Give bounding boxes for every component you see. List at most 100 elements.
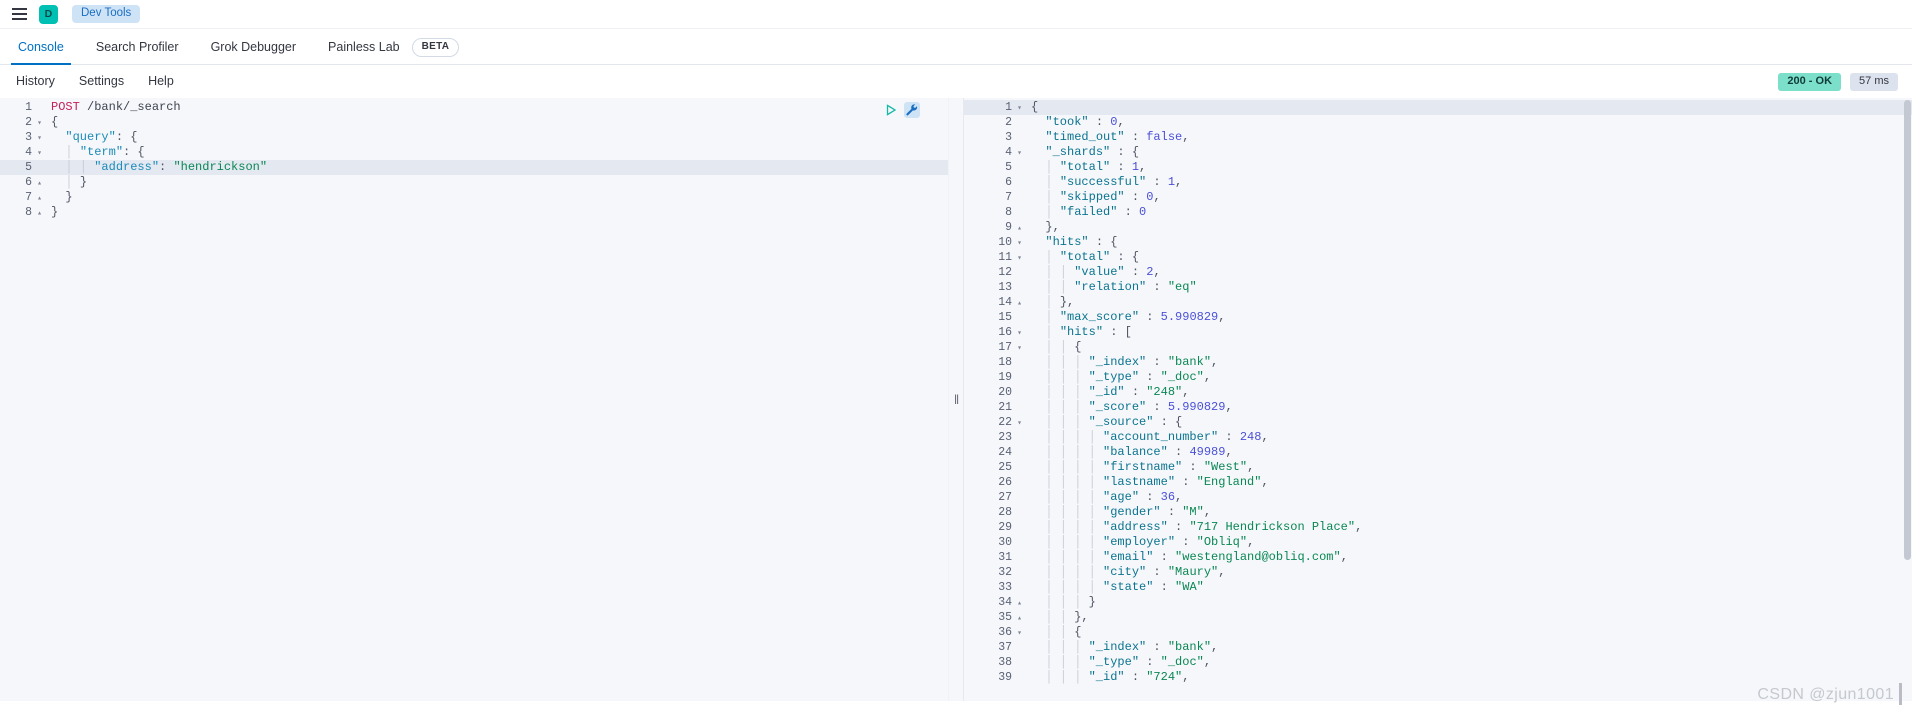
gutter-line: 36 ▾ [964,625,1026,640]
code-line[interactable]: │ │ │ │ "balance" : 49989, [1026,445,1912,460]
code-line[interactable]: │ │ "relation" : "eq" [1026,280,1912,295]
code-line[interactable]: │ "hits" : [ [1026,325,1912,340]
gutter-line: 18 [964,355,1026,370]
code-line[interactable]: │ │ │ "_index" : "bank", [1026,640,1912,655]
code-line[interactable]: │ │ │ "_source" : { [1026,415,1912,430]
code-line[interactable]: │ │ │ │ "address" : "717 Hendrickson Pla… [1026,520,1912,535]
code-token: │ │ │ │ [1031,550,1104,564]
code-line[interactable]: │ │ │ │ "account_number" : 248, [1026,430,1912,445]
code-token: 36 [1160,490,1176,504]
help-button[interactable]: Help [136,75,186,88]
code-line[interactable]: │ │ }, [1026,610,1912,625]
fold-open-icon[interactable]: ▾ [1015,341,1022,356]
code-line[interactable]: │ │ │ │ "gender" : "M", [1026,505,1912,520]
code-line[interactable]: │ "failed" : 0 [1026,205,1912,220]
code-line[interactable]: │ │ "address": "hendrickson" [46,160,948,175]
hamburger-menu-icon[interactable] [6,2,32,26]
code-line[interactable]: │ "total" : 1, [1026,160,1912,175]
code-line[interactable]: │ }, [1026,295,1912,310]
play-icon[interactable] [884,103,898,117]
gutter-line: 10 ▾ [964,235,1026,250]
code-line[interactable]: │ │ │ "_id" : "248", [1026,385,1912,400]
breadcrumb-dev-tools[interactable]: Dev Tools [72,4,141,24]
settings-button[interactable]: Settings [67,75,136,88]
code-line[interactable]: } [46,190,948,205]
code-line[interactable]: │ "total" : { [1026,250,1912,265]
fold-close-icon[interactable]: ▴ [1015,611,1022,626]
code-line[interactable]: │ │ │ "_type" : "_doc", [1026,655,1912,670]
request-editor[interactable]: 1 2 ▾ 3 ▾ 4 ▾ 5 6 ▴ 7 ▴ 8 ▴ POST /bank/_search{ "quer… [0,98,948,701]
code-line[interactable]: │ │ │ │ "age" : 36, [1026,490,1912,505]
code-line[interactable]: │ │ │ "_type" : "_doc", [1026,370,1912,385]
code-line[interactable]: "took" : 0, [1026,115,1912,130]
code-line[interactable]: │ } [46,175,948,190]
code-line[interactable]: │ │ │ "_id" : "724", [1026,670,1912,685]
fold-open-icon[interactable]: ▾ [35,146,42,161]
fold-close-icon[interactable]: ▴ [1015,296,1022,311]
avatar[interactable]: D [39,4,58,24]
code-line[interactable]: │ "skipped" : 0, [1026,190,1912,205]
code-line[interactable]: }, [1026,220,1912,235]
fold-open-icon[interactable]: ▾ [1015,236,1022,251]
tab-search-profiler[interactable]: Search Profiler [80,40,195,65]
response-editor[interactable]: 1 ▾ 2 3 4 ▾ 5 6 7 8 9 ▴ 10 ▾ 11 ▾ 12 13 14 ▴ 15 16 ▾ 17 ▾ 18 19 20 2… [964,98,1912,701]
code-line[interactable]: │ │ { [1026,340,1912,355]
code-line[interactable]: │ │ │ │ "state" : "WA" [1026,580,1912,595]
code-token: } [1088,595,1096,609]
response-scrollbar-thumb[interactable] [1904,100,1911,560]
console-toolbar: History Settings Help 200 - OK 57 ms [0,65,1912,98]
fold-close-icon[interactable]: ▴ [35,191,42,206]
code-line[interactable]: } [46,205,948,220]
code-line[interactable]: { [46,115,948,130]
code-line[interactable]: │ │ │ │ "email" : "westengland@obliq.com… [1026,550,1912,565]
request-code[interactable]: POST /bank/_search{ "query": { │ "term":… [46,98,948,701]
response-code[interactable]: { "took" : 0, "timed_out" : false, "_sha… [1026,98,1912,701]
response-scrollbar[interactable] [1903,98,1912,701]
code-line[interactable]: "hits" : { [1026,235,1912,250]
fold-close-icon[interactable]: ▴ [1015,221,1022,236]
gutter-line: 5 [0,160,46,175]
code-line[interactable]: │ │ │ │ "lastname" : "England", [1026,475,1912,490]
code-line[interactable]: │ │ { [1026,625,1912,640]
code-line[interactable]: "query": { [46,130,948,145]
code-line[interactable]: │ │ │ "_index" : "bank", [1026,355,1912,370]
code-token: : [1160,505,1183,519]
fold-open-icon[interactable]: ▾ [35,131,42,146]
code-line[interactable]: │ "max_score" : 5.990829, [1026,310,1912,325]
code-line[interactable]: │ │ │ │ "firstname" : "West", [1026,460,1912,475]
tab-grok-debugger[interactable]: Grok Debugger [195,40,312,65]
fold-close-icon[interactable]: ▴ [1015,596,1022,611]
tab-painless-lab[interactable]: Painless Lab [312,40,416,65]
tab-console[interactable]: Console [2,40,80,65]
fold-open-icon[interactable]: ▾ [1015,326,1022,341]
code-line[interactable]: │ │ "value" : 2, [1026,265,1912,280]
code-token: : [1139,490,1161,504]
code-line[interactable]: │ │ │ │ "city" : "Maury", [1026,565,1912,580]
fold-close-icon[interactable]: ▴ [35,206,42,221]
code-line[interactable]: │ "successful" : 1, [1026,175,1912,190]
code-token: │ │ [1031,610,1075,624]
fold-open-icon[interactable]: ▾ [1015,416,1022,431]
gutter-line: 29 [964,520,1026,535]
fold-open-icon[interactable]: ▾ [1015,146,1022,161]
fold-open-icon[interactable]: ▾ [1015,101,1022,116]
fold-open-icon[interactable]: ▾ [35,116,42,131]
line-number: 29 [998,521,1012,534]
code-line[interactable]: { [1026,100,1912,115]
code-line[interactable]: │ │ │ } [1026,595,1912,610]
elapsed-badge: 57 ms [1850,72,1898,91]
history-button[interactable]: History [4,75,67,88]
code-line[interactable]: │ │ │ │ "employer" : "Obliq", [1026,535,1912,550]
code-token: │ [51,145,80,159]
wrench-icon[interactable] [904,102,920,118]
fold-close-icon[interactable]: ▴ [35,176,42,191]
code-line[interactable]: │ │ │ "_score" : 5.990829, [1026,400,1912,415]
code-line[interactable]: │ "term": { [46,145,948,160]
gutter-line: 19 [964,370,1026,385]
code-line[interactable]: POST /bank/_search [46,100,948,115]
code-line[interactable]: "timed_out" : false, [1026,130,1912,145]
fold-open-icon[interactable]: ▾ [1015,626,1022,641]
fold-open-icon[interactable]: ▾ [1015,251,1022,266]
code-line[interactable]: "_shards" : { [1026,145,1912,160]
pane-splitter[interactable]: ‖ [948,98,964,701]
